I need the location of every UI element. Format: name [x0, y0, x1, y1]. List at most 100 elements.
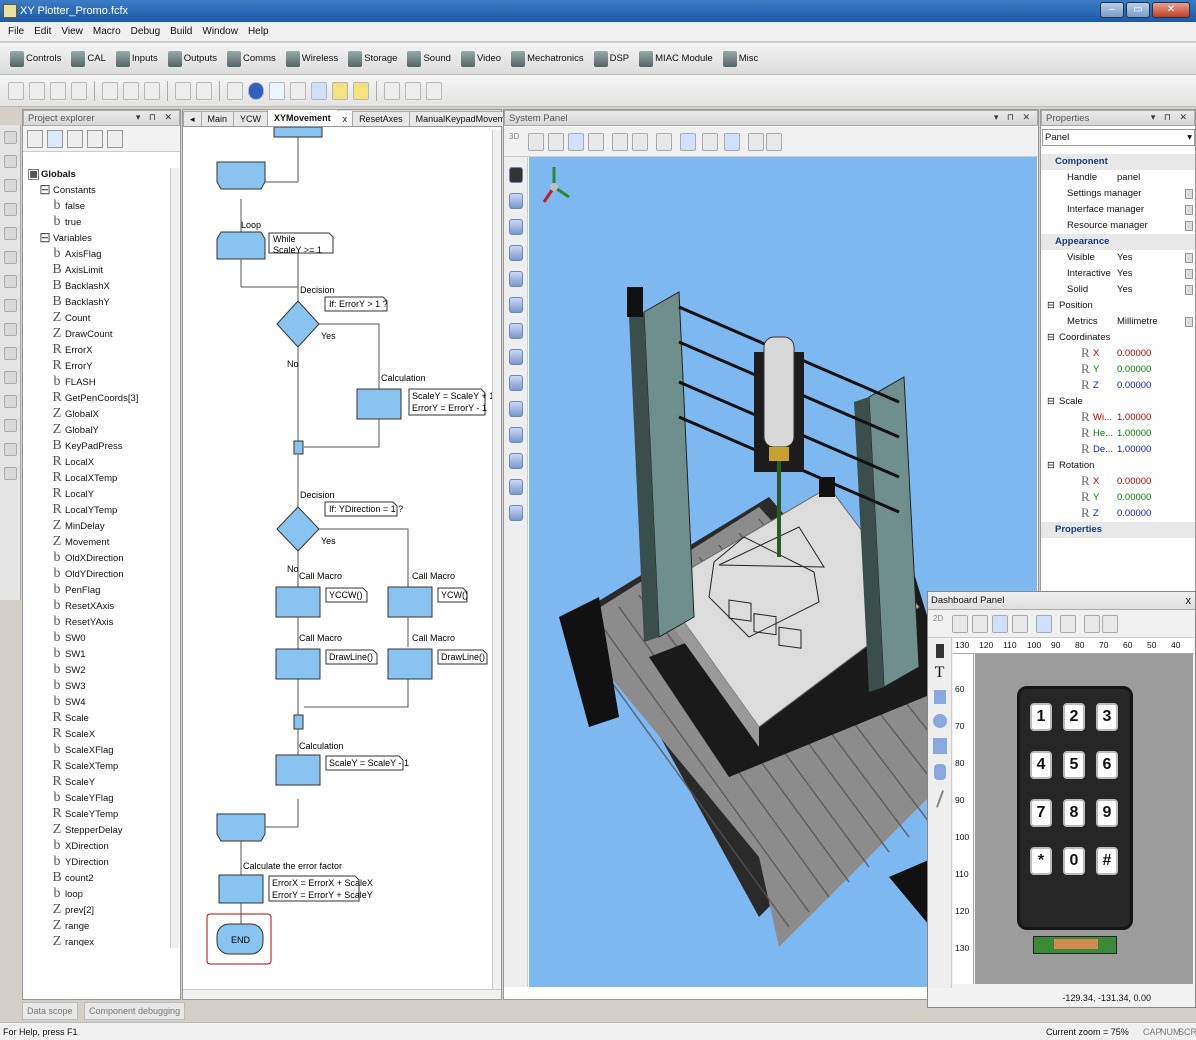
property-row[interactable]: Metrics Millimetre — [1041, 314, 1195, 330]
ports-view-icon[interactable] — [87, 129, 103, 148]
dashboard-canvas[interactable]: 1 2 3 4 5 6 7 8 9 * 0 # — [975, 654, 1193, 984]
palette-icon[interactable] — [3, 227, 17, 240]
junction-node[interactable] — [293, 714, 304, 730]
solid-icon[interactable] — [724, 133, 740, 151]
dropdown-arrow-icon[interactable] — [1185, 269, 1193, 279]
palette-icon[interactable] — [3, 299, 17, 312]
tree-variable[interactable]: R ErrorY — [51, 358, 92, 374]
palette-icon[interactable] — [3, 371, 17, 384]
tree-variable[interactable]: R LocalX — [51, 454, 94, 470]
property-row[interactable]: Y R 0.00000 — [1041, 361, 1195, 378]
menu-item-debug[interactable]: Debug — [126, 26, 165, 37]
tree-variable[interactable]: b SW2 — [51, 662, 86, 678]
tree-variable[interactable]: b ResetXAxis — [51, 598, 115, 614]
keypad-key[interactable]: 2 — [1063, 703, 1085, 731]
dropdown-arrow-icon[interactable] — [1185, 221, 1193, 231]
tree-variable[interactable]: b YDirection — [51, 854, 109, 870]
tab-scroll-left-icon[interactable]: ◂ — [183, 111, 202, 126]
close-icon[interactable]: x — [1186, 595, 1192, 607]
tree-variable[interactable]: Zrange — [51, 918, 90, 934]
flowchart-hscrollbar[interactable] — [183, 989, 501, 999]
tree-variable[interactable]: b OldYDirection — [51, 566, 124, 582]
frame-icon[interactable] — [656, 133, 672, 151]
toolbar-comms[interactable]: Comms — [225, 48, 278, 70]
call-macro-block[interactable] — [275, 586, 321, 618]
toolbar-outputs[interactable]: Outputs — [166, 48, 219, 70]
macros-view-icon[interactable] — [67, 129, 83, 148]
undo-icon[interactable] — [175, 81, 191, 100]
toolbar-inputs[interactable]: Inputs — [114, 48, 160, 70]
move-icon[interactable] — [528, 133, 544, 151]
menu-item-view[interactable]: View — [56, 26, 88, 37]
compile-icon[interactable] — [426, 81, 442, 100]
palette-icon[interactable] — [3, 347, 17, 360]
cylinder-shape-icon[interactable] — [508, 427, 523, 443]
toolbar-cal[interactable]: CAL — [69, 48, 107, 70]
rect-tool-icon[interactable] — [932, 738, 947, 754]
property-row[interactable]: Y R 0.00000 — [1041, 489, 1195, 506]
cone-shape-icon[interactable] — [508, 323, 523, 339]
open-icon[interactable] — [50, 81, 66, 100]
variables-view-icon[interactable] — [47, 129, 63, 148]
loop-end-block[interactable] — [216, 161, 266, 190]
keypad-key[interactable]: # — [1096, 847, 1118, 875]
keypad-key[interactable]: 6 — [1096, 751, 1118, 779]
tree-constant[interactable]: b false — [51, 198, 86, 214]
events-view-icon[interactable] — [107, 129, 123, 148]
tree-constants[interactable]: ⊟ Constants — [39, 182, 96, 198]
step-over-icon[interactable] — [353, 81, 369, 100]
tree-variable[interactable]: b ResetYAxis — [51, 614, 114, 630]
cursor-icon[interactable] — [935, 644, 944, 658]
palette-icon[interactable] — [3, 467, 17, 480]
tube-shape-icon[interactable] — [508, 453, 523, 469]
property-row[interactable]: De... R 1.00000 — [1041, 441, 1195, 458]
tree-variable[interactable]: b SW3 — [51, 678, 86, 694]
tree-variable[interactable]: R ScaleYTemp — [51, 806, 118, 822]
tree-variable[interactable]: Zprev[2] — [51, 902, 94, 918]
tab-ycw[interactable]: YCW — [233, 111, 269, 126]
properties-icon[interactable] — [1102, 615, 1118, 633]
dropdown-arrow-icon[interactable] — [1185, 285, 1193, 295]
paste-icon[interactable] — [144, 81, 160, 100]
pan-icon[interactable] — [612, 133, 628, 151]
watch-icon[interactable] — [405, 81, 421, 100]
wrench-icon[interactable] — [1084, 615, 1100, 633]
decision-block[interactable] — [276, 506, 320, 552]
keypad-key[interactable]: 7 — [1030, 799, 1052, 827]
keypad-component[interactable]: 1 2 3 4 5 6 7 8 9 * 0 # — [1017, 686, 1133, 930]
tab-close-icon[interactable]: x — [336, 111, 354, 126]
calculation-block[interactable] — [218, 874, 264, 904]
tree-variable[interactable]: b FLASH — [51, 374, 96, 390]
sphere-3d-icon[interactable] — [508, 193, 523, 209]
wedge-shape-icon[interactable] — [508, 401, 523, 417]
pencil-icon[interactable] — [548, 133, 564, 151]
decision-block[interactable] — [276, 300, 320, 348]
octahedron-shape-icon[interactable] — [508, 375, 523, 391]
keypad-key[interactable]: * — [1030, 847, 1052, 875]
loop-end-block[interactable] — [216, 813, 266, 842]
line-tool-icon[interactable] — [935, 790, 944, 808]
toolbar-video[interactable]: Video — [459, 48, 503, 70]
select-icon[interactable] — [568, 133, 584, 151]
step-into-icon[interactable] — [332, 81, 348, 100]
tab-data-scope[interactable]: Data scope — [22, 1002, 78, 1020]
property-row[interactable]: Z R 0.00000 — [1041, 505, 1195, 522]
tree-variable[interactable]: R LocalYTemp — [51, 502, 117, 518]
breakpoint-icon[interactable] — [384, 81, 400, 100]
tree-variable[interactable]: Zrangex — [51, 934, 94, 946]
palette-icon[interactable] — [3, 155, 17, 168]
menu-item-macro[interactable]: Macro — [88, 26, 126, 37]
keypad-key[interactable]: 3 — [1096, 703, 1118, 731]
new-file-icon[interactable] — [8, 81, 24, 100]
menu-item-build[interactable]: Build — [165, 26, 197, 37]
tab-main[interactable]: Main — [200, 111, 235, 126]
tree-variable[interactable]: R ScaleX — [51, 726, 95, 742]
tree-variable[interactable]: b SW0 — [51, 630, 86, 646]
view-icon[interactable] — [680, 133, 696, 151]
tree-variables[interactable]: ⊟ Variables — [39, 230, 92, 246]
hand-icon[interactable] — [632, 133, 648, 151]
menu-item-file[interactable]: File — [3, 26, 29, 37]
move-icon[interactable] — [952, 615, 968, 633]
print-icon[interactable] — [227, 81, 243, 100]
property-row[interactable]: Interface manager — [1041, 202, 1195, 218]
